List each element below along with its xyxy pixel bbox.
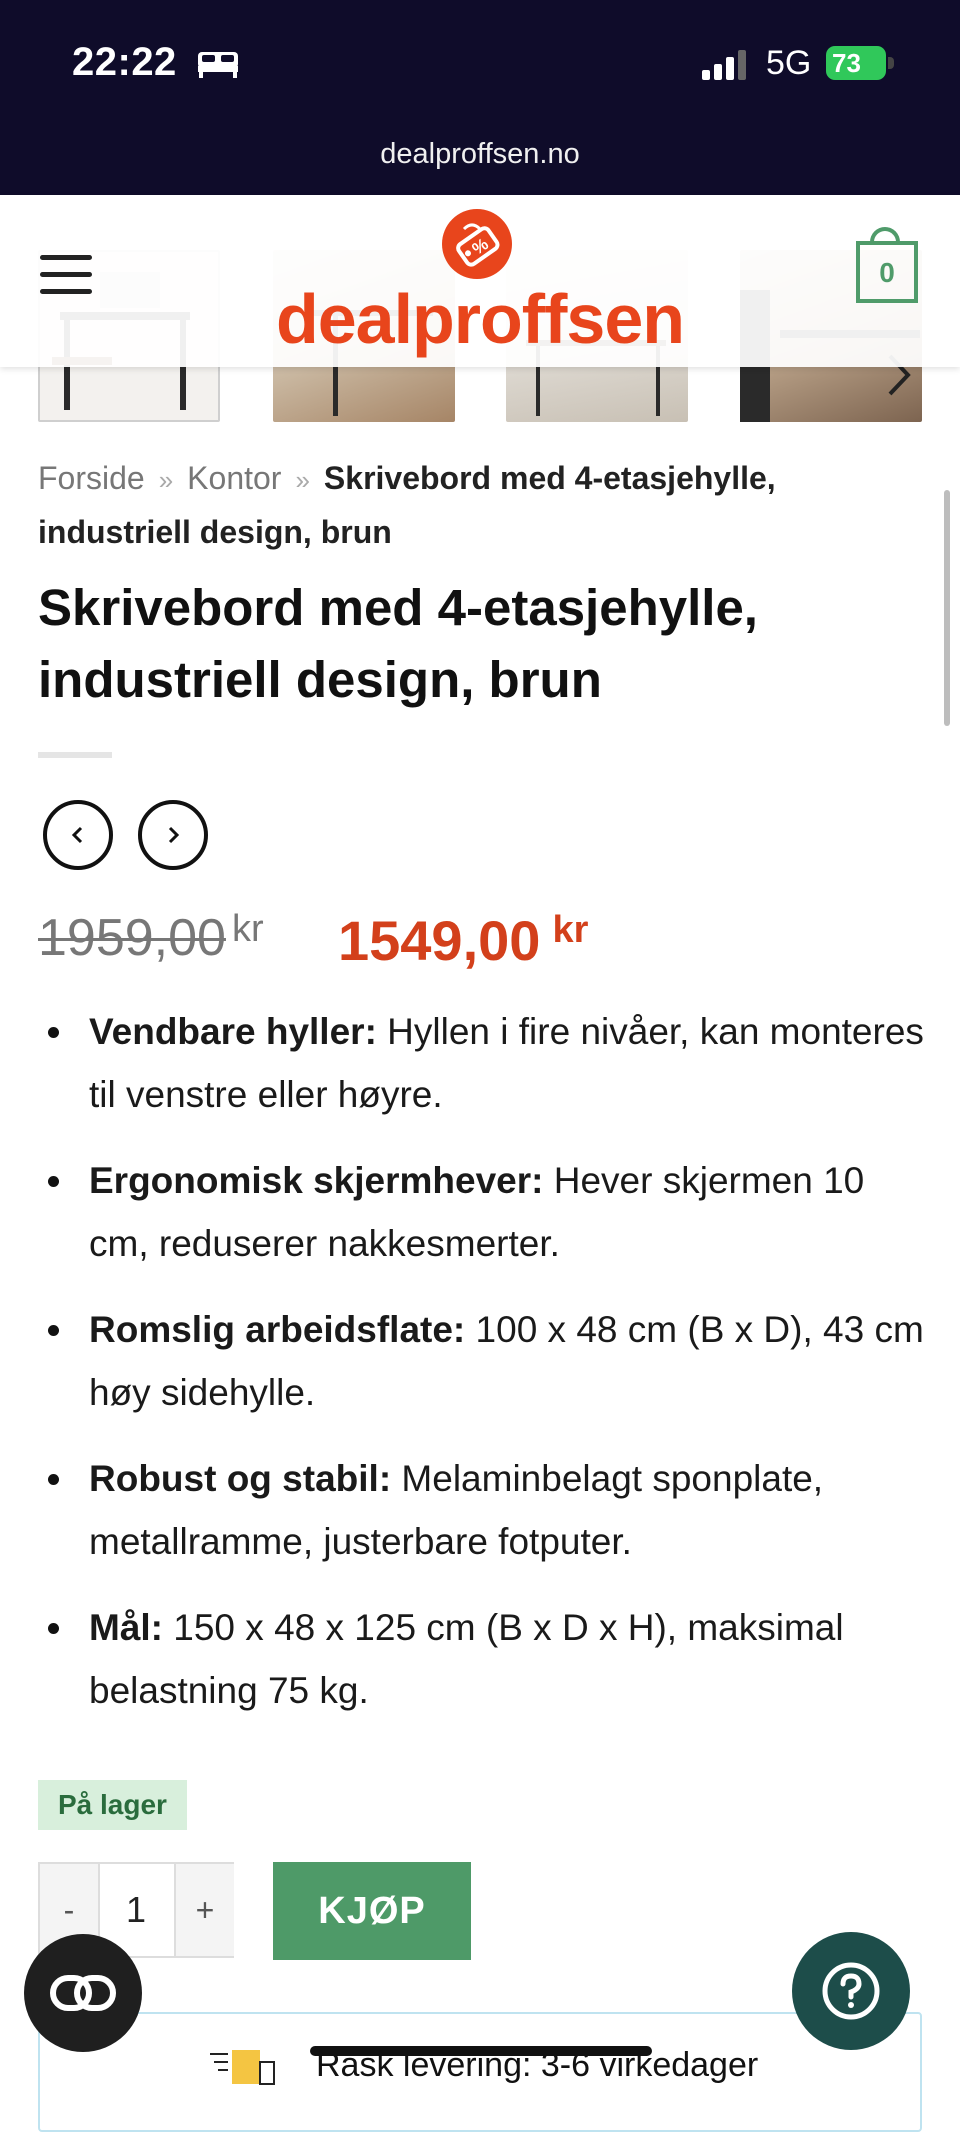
breadcrumb-current: Skrivebord med 4-etasjehylle, industriel… [38,460,776,550]
chevron-left-icon [71,826,83,844]
percent-tag-icon: % [456,223,500,267]
sale-price-currency: kr [552,909,589,951]
battery-level: 73 [826,46,886,80]
title-divider [38,752,112,758]
delivery-truck-icon [210,2050,275,2085]
feature-label: Romslig arbeidsflate: [89,1309,466,1350]
breadcrumb: Forside » Kontor » Skrivebord med 4-etasjehy… [38,452,918,558]
shopping-bag-icon[interactable]: 0 [856,241,918,303]
sale-price: 1549,00 kr [338,908,588,973]
quantity-increase-button[interactable]: + [174,1864,234,1956]
scroll-indicator [944,490,950,726]
bed-icon [198,52,238,78]
prev-product-button[interactable] [43,800,113,870]
browser-url[interactable]: dealproffsen.no [0,138,960,171]
home-indicator [310,2046,652,2056]
network-label: 5G [766,44,812,82]
old-price-value: 1959,00 [38,909,226,967]
signal-icon [702,50,746,80]
feature-label: Vendbare hyller: [89,1011,377,1052]
site-header: % dealproffsen 0 [0,195,960,367]
status-time: 22:22 [72,40,177,84]
next-product-button[interactable] [138,800,208,870]
sale-price-value: 1549,00 [338,909,541,972]
list-item: Romslig arbeidsflate: 100 x 48 cm (B x D… [38,1298,928,1424]
help-button[interactable] [792,1932,910,2050]
chat-icon [50,1975,116,2011]
list-item: Robust og stabil: Melaminbelagt sponplat… [38,1447,928,1573]
list-item: Mål: 150 x 48 x 125 cm (B x D x H), maks… [38,1596,928,1722]
breadcrumb-link-category[interactable]: Kontor [187,460,281,496]
old-price: 1959,00 kr [38,908,264,968]
stock-badge: På lager [38,1780,187,1830]
list-item: Ergonomisk skjermhever: Hever skjermen 1… [38,1149,928,1275]
feature-label: Robust og stabil: [89,1458,392,1499]
site-logo[interactable]: dealproffsen [270,279,690,359]
breadcrumb-separator: » [158,465,174,495]
logo-badge-icon[interactable]: % [442,209,512,279]
buy-button[interactable]: KJØP [273,1862,471,1960]
breadcrumb-separator: » [295,465,310,495]
hamburger-menu-icon[interactable] [40,255,92,295]
feature-list: Vendbare hyller: Hyllen i fire nivåer, k… [38,1000,928,1745]
list-item: Vendbare hyller: Hyllen i fire nivåer, k… [38,1000,928,1126]
old-price-currency: kr [231,908,264,950]
help-icon [822,1962,880,2020]
feature-text: 150 x 48 x 125 cm (B x D x H), maksimal … [89,1607,844,1711]
status-bar: 22:22 5G 73 dealproffsen.no [0,0,960,195]
chat-button[interactable] [24,1934,142,2052]
feature-label: Ergonomisk skjermhever: [89,1160,544,1201]
chevron-right-icon [168,826,180,844]
product-title: Skrivebord med 4-etasjehylle, industriel… [38,579,758,708]
battery-cap [888,57,894,69]
feature-label: Mål: [89,1607,163,1648]
breadcrumb-link-home[interactable]: Forside [38,460,145,496]
battery-icon: 73 [826,46,896,82]
